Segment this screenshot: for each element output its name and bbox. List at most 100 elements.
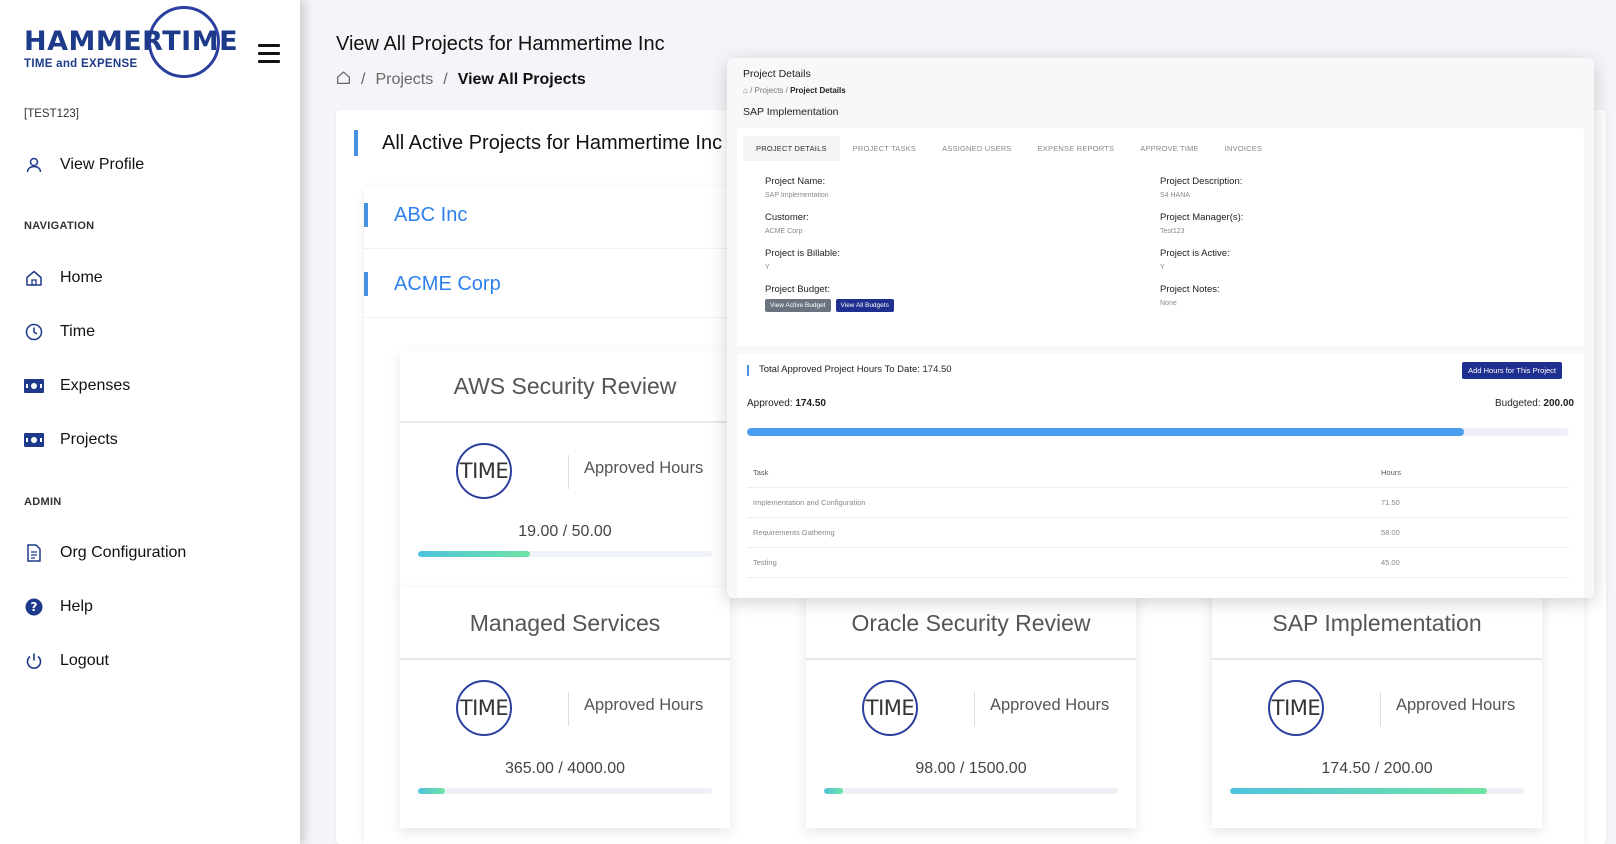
accent-bar xyxy=(364,203,368,227)
divider xyxy=(568,692,569,726)
table-header-row: Task Hours xyxy=(747,458,1569,488)
approved-progress-bar xyxy=(747,428,1569,436)
home-icon[interactable] xyxy=(336,70,351,90)
user-icon xyxy=(24,155,44,175)
accent-bar xyxy=(354,130,358,156)
svg-text:?: ? xyxy=(31,600,38,614)
table-row[interactable]: Implementation and Configuration 71.50 xyxy=(747,488,1569,518)
nav-item-label: Logout xyxy=(60,652,109,669)
add-hours-button[interactable]: Add Hours for This Project xyxy=(1462,362,1562,379)
table-row[interactable]: Requirements Gathering 58.00 xyxy=(747,518,1569,548)
task-hours-table: Task Hours Implementation and Configurat… xyxy=(747,458,1569,578)
home-icon[interactable]: ⌂ xyxy=(743,86,748,95)
page-title: View All Projects for Hammertime Inc xyxy=(336,33,665,55)
field-customer: Customer: ACME Corp xyxy=(765,212,809,235)
nav-item-expenses[interactable]: Expenses xyxy=(24,373,130,399)
approved-hours-label: Approved Hours xyxy=(584,459,704,477)
breadcrumb-separator: / xyxy=(443,71,448,88)
field-project-name: Project Name: SAP Implementation xyxy=(765,176,829,199)
approved-hours-value: 98.00 / 1500.00 xyxy=(915,760,1027,777)
hours-progress-bar xyxy=(418,551,712,557)
nav-item-logout[interactable]: Logout xyxy=(24,648,109,674)
field-billable: Project is Billable: Y xyxy=(765,248,840,271)
customer-name: ACME Corp xyxy=(394,273,501,295)
project-title: AWS Security Review xyxy=(400,351,730,423)
view-active-budget-button[interactable]: View Active Budget xyxy=(765,299,831,312)
hamburger-menu-icon[interactable] xyxy=(258,44,280,63)
tab-project-details[interactable]: PROJECT DETAILS xyxy=(743,136,840,161)
approved-hours-value: 174.50 / 200.00 xyxy=(1321,760,1433,777)
breadcrumb: / Projects / View All Projects xyxy=(336,70,586,90)
logo-tagline: TIME and EXPENSE xyxy=(24,58,138,70)
overlay-project-name: SAP Implementation xyxy=(743,106,839,118)
approved-hours-value: 19.00 / 50.00 xyxy=(518,523,612,540)
tab-expense-reports[interactable]: EXPENSE REPORTS xyxy=(1025,136,1128,161)
hours-progress-bar xyxy=(418,788,712,794)
project-title: Oracle Security Review xyxy=(806,588,1136,660)
overlay-breadcrumb: ⌂ / Projects / Project Details xyxy=(743,86,846,95)
project-card-oracle-security-review[interactable]: Oracle Security Review TIME Approved Hou… xyxy=(806,588,1136,828)
nav-item-help[interactable]: ? Help xyxy=(24,594,93,620)
total-approved-hours-title: Total Approved Project Hours To Date: 17… xyxy=(747,364,952,376)
hours-progress-fill xyxy=(418,788,445,794)
nav-item-label: Help xyxy=(60,598,93,615)
hours-progress-bar xyxy=(824,788,1118,794)
breadcrumb-separator: / xyxy=(361,71,366,88)
approved-hours-label: Approved Hours xyxy=(1396,696,1516,714)
sidebar: HAMMERTIME TIME and EXPENSE [TEST123] Vi… xyxy=(0,0,300,844)
project-title: SAP Implementation xyxy=(1212,588,1542,660)
nav-item-label: Time xyxy=(60,323,95,340)
hours-progress-bar xyxy=(1230,788,1524,794)
project-details-overlay: Project Details ⌂ / Projects / Project D… xyxy=(727,58,1594,598)
nav-item-label: Expenses xyxy=(60,377,131,394)
nav-item-label: Org Configuration xyxy=(60,544,187,561)
approved-progress-fill xyxy=(747,428,1465,436)
project-card-sap-implementation[interactable]: SAP Implementation TIME Approved Hours 1… xyxy=(1212,588,1542,828)
view-profile-link[interactable]: View Profile xyxy=(24,152,144,178)
power-icon xyxy=(24,651,44,671)
overlay-breadcrumb-projects[interactable]: Projects xyxy=(755,86,784,95)
nav-item-org-configuration[interactable]: Org Configuration xyxy=(24,540,186,566)
approved-hours-label: Approved Hours xyxy=(990,696,1110,714)
table-row[interactable]: Testing 45.00 xyxy=(747,548,1569,578)
admin-section-label: ADMIN xyxy=(24,496,62,508)
user-tag: [TEST123] xyxy=(24,108,79,120)
breadcrumb-projects-link[interactable]: Projects xyxy=(375,71,433,89)
nav-item-projects[interactable]: Projects xyxy=(24,427,118,453)
projects-card-title-text: All Active Projects for Hammertime Inc xyxy=(382,131,723,154)
view-all-budgets-button[interactable]: View All Budgets xyxy=(835,299,894,312)
project-card-managed-services[interactable]: Managed Services TIME Approved Hours 365… xyxy=(400,588,730,828)
field-active: Project is Active: Y xyxy=(1160,248,1230,271)
projects-card-title: All Active Projects for Hammertime Inc xyxy=(354,130,722,156)
approved-hours-label: Approved Hours xyxy=(584,696,704,714)
project-tabs: PROJECT DETAILS PROJECT TASKS ASSIGNED U… xyxy=(743,136,1275,161)
approved-hours-value: 365.00 / 4000.00 xyxy=(504,760,626,777)
tab-assigned-users[interactable]: ASSIGNED USERS xyxy=(929,136,1024,161)
nav-item-home[interactable]: Home xyxy=(24,265,103,291)
field-budget: Project Budget: View Active Budget View … xyxy=(765,284,894,312)
breadcrumb-current: View All Projects xyxy=(457,71,586,88)
project-title: Managed Services xyxy=(400,588,730,660)
tab-invoices[interactable]: INVOICES xyxy=(1212,136,1275,161)
approved-summary: Approved: 174.50 xyxy=(747,398,826,409)
overlay-breadcrumb-current: Project Details xyxy=(790,86,846,95)
hours-progress-fill xyxy=(1230,788,1487,794)
field-managers: Project Manager(s): Test123 xyxy=(1160,212,1244,235)
nav-item-time[interactable]: Time xyxy=(24,319,95,345)
time-logo-icon: TIME xyxy=(862,680,918,736)
tab-approve-time[interactable]: APPROVE TIME xyxy=(1127,136,1212,161)
tab-project-tasks[interactable]: PROJECT TASKS xyxy=(840,136,929,161)
hammertime-logo[interactable]: HAMMERTIME TIME and EXPENSE xyxy=(22,6,238,78)
field-description: Project Description: S4 HANA xyxy=(1160,176,1243,199)
accent-bar xyxy=(364,272,368,296)
hours-progress-fill xyxy=(418,551,530,557)
logo-wordmark: HAMMERTIME xyxy=(24,26,239,57)
overlay-title: Project Details xyxy=(743,68,811,80)
time-logo-icon: TIME xyxy=(456,443,512,499)
field-notes: Project Notes: None xyxy=(1160,284,1220,307)
document-icon xyxy=(24,543,44,563)
project-card-aws-security-review[interactable]: AWS Security Review TIME Approved Hours … xyxy=(400,351,730,591)
money-icon xyxy=(24,430,44,450)
project-hours-panel: Total Approved Project Hours To Date: 17… xyxy=(737,354,1584,598)
budgeted-summary: Budgeted: 200.00 xyxy=(1495,398,1574,409)
